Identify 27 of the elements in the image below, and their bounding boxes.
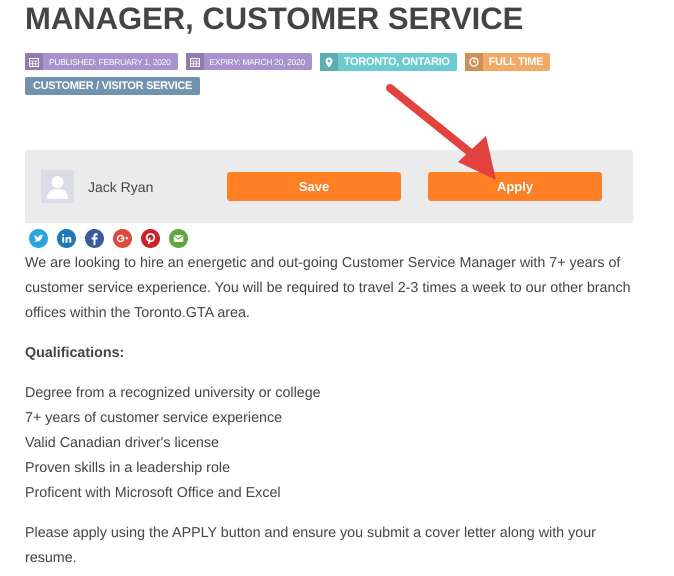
qualification-item: Degree from a recognized university or college [25, 384, 322, 403]
pin-icon [324, 56, 333, 68]
job-title: MANAGER, CUSTOMER SERVICE [25, 0, 524, 38]
qualification-item: 7+ years of customer service experience [25, 409, 284, 428]
save-button[interactable]: Save [227, 172, 401, 201]
tag-badge: CUSTOMER / VISITOR SERVICE [25, 77, 200, 95]
email-icon[interactable] [169, 229, 188, 248]
calendar-icon [190, 56, 200, 66]
pinterest-icon[interactable] [141, 229, 160, 248]
apply-button[interactable]: Apply [428, 172, 602, 201]
twitter-icon[interactable] [29, 229, 48, 248]
intro-paragraph: We are looking to hire an energetic and out-going Customer Service Manager with 7+ years of customer service experience. You will be required to travel 2-3 times a week to our other branch offices within the Toronto.GTA area. [25, 254, 632, 323]
calendar-icon [29, 56, 39, 66]
qualification-item: Valid Canadian driver's license [25, 434, 220, 453]
facebook-icon[interactable] [85, 229, 104, 248]
closing-paragraph: Please apply using the APPLY button and ensure you submit a cover letter along with your resume. [25, 524, 597, 568]
qualification-item: Proven skills in a leadership role [25, 459, 232, 478]
tag-badge: EXPIRY: MARCH 20, 2020 [186, 53, 312, 70]
qualification-item: Proficent with Microsoft Office and Excel [25, 484, 282, 503]
linkedin-icon[interactable] [57, 229, 76, 248]
tag-badge: TORONTO, ONTARIO [320, 53, 457, 71]
tag-badge: PUBLISHED: FEBRUARY 1, 2020 [25, 53, 178, 70]
section-heading: Qualifications: [25, 344, 126, 363]
clock-icon [468, 57, 479, 67]
user-name: Jack Ryan [88, 178, 154, 194]
google-plus-icon[interactable] [113, 229, 132, 248]
tag-badge: FULL TIME [464, 53, 550, 71]
